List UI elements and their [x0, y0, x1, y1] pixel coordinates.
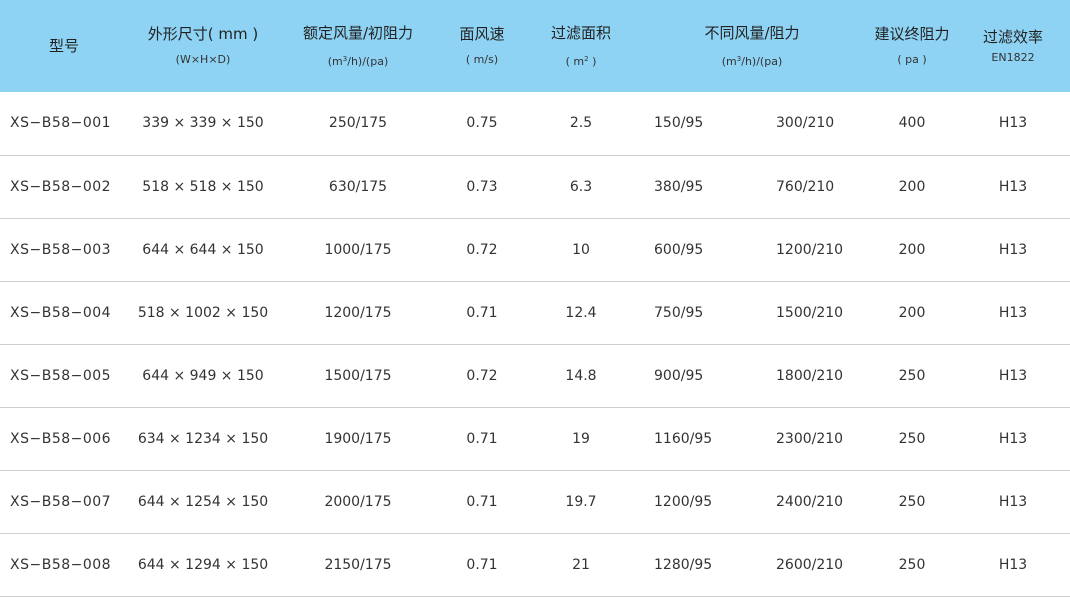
cell-final: 250	[868, 344, 956, 408]
cell-area: 19.7	[526, 470, 636, 534]
cell-flow-b: 300/210	[744, 92, 868, 156]
cell-model: XS−B58−005	[0, 344, 128, 408]
cell-flow-a: 750/95	[636, 281, 744, 345]
cell-velocity: 0.71	[438, 407, 526, 471]
cell-velocity: 0.72	[438, 344, 526, 408]
cell-size: 634 × 1234 × 150	[128, 407, 278, 471]
header-row: 型号 外形尺寸( mm ) (W×H×D) 额定风量/初阻力 (m3/h)/(p…	[0, 0, 1070, 92]
cell-flow-a: 150/95	[636, 92, 744, 156]
cell-area: 21	[526, 533, 636, 597]
cell-flow-b: 2600/210	[744, 533, 868, 597]
cell-eff: H13	[956, 533, 1070, 597]
cell-rated: 2150/175	[278, 533, 438, 597]
cell-velocity: 0.71	[438, 533, 526, 597]
cell-final: 250	[868, 470, 956, 534]
cell-flow-b: 1500/210	[744, 281, 868, 345]
cell-area: 19	[526, 407, 636, 471]
cell-flow-a: 1200/95	[636, 470, 744, 534]
table-row: XS−B58−001 339 × 339 × 150 250/175 0.75 …	[0, 92, 1070, 156]
spec-table: 型号 外形尺寸( mm ) (W×H×D) 额定风量/初阻力 (m3/h)/(p…	[0, 0, 1070, 597]
table-row: XS−B58−004 518 × 1002 × 150 1200/175 0.7…	[0, 281, 1070, 345]
cell-size: 644 × 1254 × 150	[128, 470, 278, 534]
cell-eff: H13	[956, 218, 1070, 282]
cell-area: 12.4	[526, 281, 636, 345]
cell-size: 644 × 1294 × 150	[128, 533, 278, 597]
cell-flow-b: 1800/210	[744, 344, 868, 408]
cell-rated: 630/175	[278, 155, 438, 219]
cell-size: 644 × 644 × 150	[128, 218, 278, 282]
cell-size: 644 × 949 × 150	[128, 344, 278, 408]
cell-rated: 2000/175	[278, 470, 438, 534]
cell-flow-a: 600/95	[636, 218, 744, 282]
cell-eff: H13	[956, 281, 1070, 345]
cell-final: 250	[868, 407, 956, 471]
cell-model: XS−B58−002	[0, 155, 128, 219]
cell-model: XS−B58−007	[0, 470, 128, 534]
table-row: XS−B58−007 644 × 1254 × 150 2000/175 0.7…	[0, 470, 1070, 534]
cell-final: 250	[868, 533, 956, 597]
cell-velocity: 0.71	[438, 281, 526, 345]
cell-eff: H13	[956, 92, 1070, 156]
table-row: XS−B58−002 518 × 518 × 150 630/175 0.73 …	[0, 155, 1070, 219]
table-row: XS−B58−003 644 × 644 × 150 1000/175 0.72…	[0, 218, 1070, 282]
cell-rated: 1200/175	[278, 281, 438, 345]
cell-area: 10	[526, 218, 636, 282]
table-row: XS−B58−006 634 × 1234 × 150 1900/175 0.7…	[0, 407, 1070, 471]
cell-size: 339 × 339 × 150	[128, 92, 278, 156]
cell-flow-b: 2300/210	[744, 407, 868, 471]
header-efficiency: 过滤效率 EN1822	[982, 27, 1043, 64]
header-model: 型号	[48, 37, 79, 55]
cell-model: XS−B58−004	[0, 281, 128, 345]
header-flows: 不同风量/阻力 (m3/h)/(pa)	[704, 23, 800, 68]
cell-area: 6.3	[526, 155, 636, 219]
cell-final: 200	[868, 155, 956, 219]
cell-eff: H13	[956, 407, 1070, 471]
header-velocity: 面风速 ( m/s)	[459, 25, 505, 66]
cell-velocity: 0.72	[438, 218, 526, 282]
cell-flow-b: 1200/210	[744, 218, 868, 282]
cell-final: 200	[868, 218, 956, 282]
cell-eff: H13	[956, 344, 1070, 408]
cell-rated: 250/175	[278, 92, 438, 156]
cell-eff: H13	[956, 155, 1070, 219]
table-row: XS−B58−008 644 × 1294 × 150 2150/175 0.7…	[0, 533, 1070, 597]
header-area: 过滤面积 ( m2 )	[550, 23, 611, 68]
cell-final: 200	[868, 281, 956, 345]
cell-rated: 1900/175	[278, 407, 438, 471]
cell-velocity: 0.71	[438, 470, 526, 534]
header-final-resistance: 建议终阻力 ( pa )	[874, 25, 950, 66]
cell-flow-b: 760/210	[744, 155, 868, 219]
cell-size: 518 × 518 × 150	[128, 155, 278, 219]
cell-rated: 1500/175	[278, 344, 438, 408]
cell-flow-a: 900/95	[636, 344, 744, 408]
cell-model: XS−B58−006	[0, 407, 128, 471]
cell-velocity: 0.75	[438, 92, 526, 156]
cell-flow-a: 380/95	[636, 155, 744, 219]
cell-area: 2.5	[526, 92, 636, 156]
cell-area: 14.8	[526, 344, 636, 408]
cell-model: XS−B58−003	[0, 218, 128, 282]
cell-model: XS−B58−008	[0, 533, 128, 597]
cell-flow-a: 1160/95	[636, 407, 744, 471]
cell-rated: 1000/175	[278, 218, 438, 282]
cell-size: 518 × 1002 × 150	[128, 281, 278, 345]
cell-model: XS−B58−001	[0, 92, 128, 156]
cell-eff: H13	[956, 470, 1070, 534]
cell-flow-b: 2400/210	[744, 470, 868, 534]
cell-final: 400	[868, 92, 956, 156]
cell-flow-a: 1280/95	[636, 533, 744, 597]
table-row: XS−B58−005 644 × 949 × 150 1500/175 0.72…	[0, 344, 1070, 408]
header-rated: 额定风量/初阻力 (m3/h)/(pa)	[302, 23, 414, 68]
header-size: 外形尺寸( mm ) (W×H×D)	[147, 25, 259, 66]
cell-velocity: 0.73	[438, 155, 526, 219]
